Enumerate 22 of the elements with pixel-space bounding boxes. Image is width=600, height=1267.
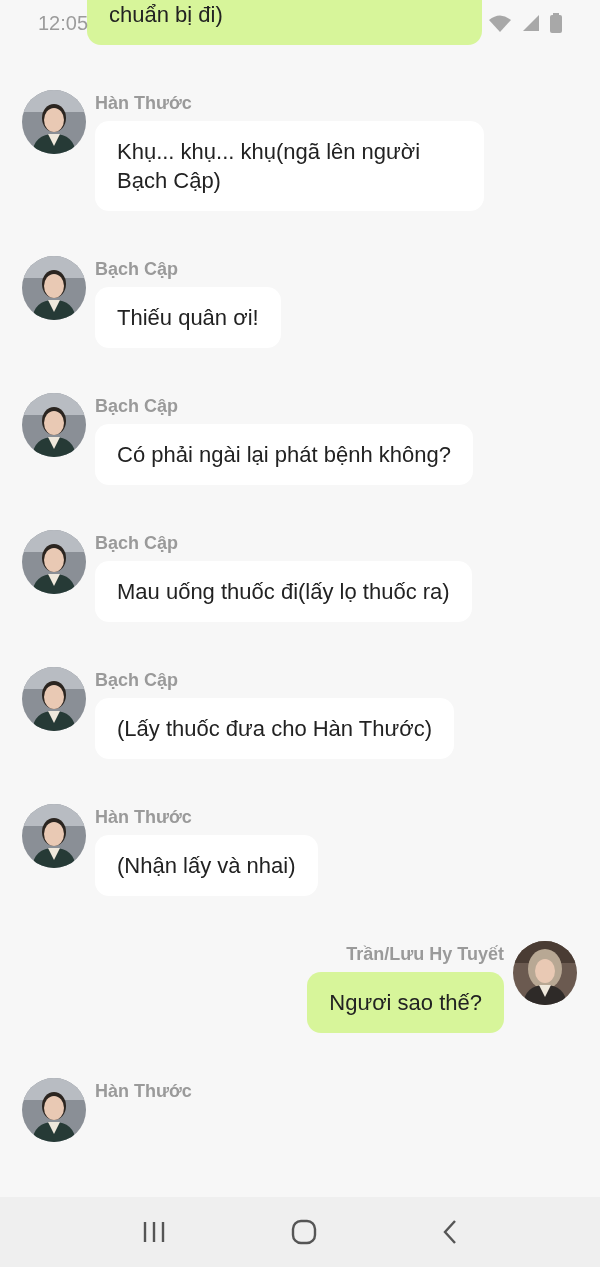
sender-name: Bạch Cập (95, 258, 179, 280)
message-bubble: (Lấy thuốc đưa cho Hàn Thước) (95, 698, 454, 759)
battery-icon (550, 13, 562, 33)
sender-name: Bạch Cập (95, 532, 179, 554)
wifi-icon (488, 14, 512, 32)
message-bubble: chuẩn bị đi) (87, 0, 482, 45)
sender-name: Hàn Thước (95, 92, 192, 114)
recent-apps-icon[interactable] (142, 1221, 167, 1243)
home-icon[interactable] (291, 1219, 317, 1245)
signal-icon (522, 14, 540, 32)
sender-name: Bạch Cập (95, 669, 179, 691)
message-bubble: Ngươi sao thế? (307, 972, 504, 1033)
sender-name: Hàn Thước (95, 806, 192, 828)
sender-name: Bạch Cập (95, 395, 179, 417)
message-bubble: Mau uống thuốc đi(lấy lọ thuốc ra) (95, 561, 472, 622)
message-bubble: (Nhận lấy và nhai) (95, 835, 318, 896)
back-icon[interactable] (441, 1219, 458, 1245)
sender-name: Trần/Lưu Hy Tuyết (346, 943, 504, 965)
message-bubble: Có phải ngài lại phát bệnh không? (95, 424, 473, 485)
message-bubble: Khụ... khụ... khụ(ngã lên người Bạch Cập) (95, 121, 484, 211)
sender-name: Hàn Thước (95, 1080, 192, 1102)
message-bubble: Thiếu quân ơi! (95, 287, 281, 348)
